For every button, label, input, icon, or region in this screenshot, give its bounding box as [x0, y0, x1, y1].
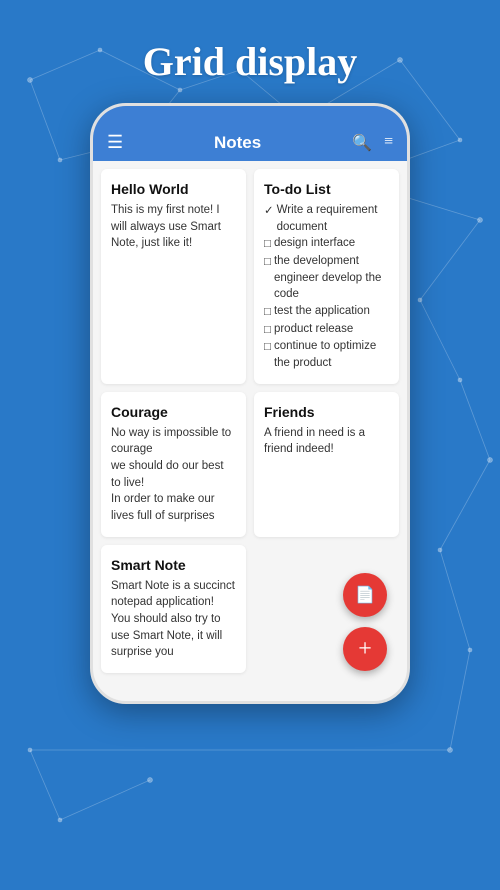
check-icon: □	[264, 236, 271, 253]
todo-text: Write a requirement document	[277, 202, 389, 235]
phone-mockup: ☰ Notes 🔍 ≡ Hello World This is my first…	[0, 103, 500, 704]
add-note-button[interactable]: +	[343, 627, 387, 671]
check-icon: □	[264, 322, 271, 339]
note-title: To-do List	[264, 181, 389, 197]
phone-bottom	[93, 681, 407, 701]
note-title: Hello World	[111, 181, 236, 197]
todo-item-2: □ the development engineer develop the c…	[264, 253, 389, 303]
todo-text: test the application	[274, 303, 370, 320]
fab-area: 📄 +	[343, 573, 387, 671]
status-bar	[93, 106, 407, 124]
todo-text: continue to optimize the product	[274, 338, 389, 371]
app-bar-title: Notes	[131, 133, 344, 153]
todo-item-4: □ product release	[264, 321, 389, 339]
note-smart-note[interactable]: Smart Note Smart Note is a succinct note…	[101, 545, 246, 673]
doc-icon: 📄	[355, 585, 375, 605]
note-body: A friend in need is a friend indeed!	[264, 425, 389, 458]
todo-item-5: □ continue to optimize the product	[264, 338, 389, 371]
todo-item-3: □ test the application	[264, 303, 389, 321]
note-courage[interactable]: Courage No way is impossible to courage …	[101, 392, 246, 537]
note-title: Friends	[264, 404, 389, 420]
todo-text: product release	[274, 321, 353, 338]
note-body: This is my first note! I will always use…	[111, 202, 236, 252]
note-friends[interactable]: Friends A friend in need is a friend ind…	[254, 392, 399, 537]
page-title: Grid display	[0, 0, 500, 103]
note-hello-world[interactable]: Hello World This is my first note! I wil…	[101, 169, 246, 384]
check-icon: □	[264, 254, 271, 271]
note-body: Smart Note is a succinct notepad applica…	[111, 578, 236, 661]
filter-icon[interactable]: ≡	[384, 133, 393, 153]
note-body: No way is impossible to courage we shoul…	[111, 425, 236, 525]
plus-icon: +	[358, 637, 372, 661]
search-icon[interactable]: 🔍	[352, 133, 372, 153]
note-title: Courage	[111, 404, 236, 420]
new-note-doc-button[interactable]: 📄	[343, 573, 387, 617]
app-bar-actions: 🔍 ≡	[352, 133, 393, 153]
todo-text: the development engineer develop the cod…	[274, 253, 389, 303]
check-icon: □	[264, 304, 271, 321]
phone-frame: ☰ Notes 🔍 ≡ Hello World This is my first…	[90, 103, 410, 704]
todo-text: design interface	[274, 235, 355, 252]
check-icon: ✓	[264, 203, 274, 220]
menu-icon[interactable]: ☰	[107, 132, 123, 153]
todo-item-1: □ design interface	[264, 235, 389, 253]
note-title: Smart Note	[111, 557, 236, 573]
app-bar: ☰ Notes 🔍 ≡	[93, 124, 407, 161]
note-todo-list[interactable]: To-do List ✓ Write a requirement documen…	[254, 169, 399, 384]
todo-items: ✓ Write a requirement document □ design …	[264, 202, 389, 372]
check-icon: □	[264, 339, 271, 356]
todo-item-0: ✓ Write a requirement document	[264, 202, 389, 235]
